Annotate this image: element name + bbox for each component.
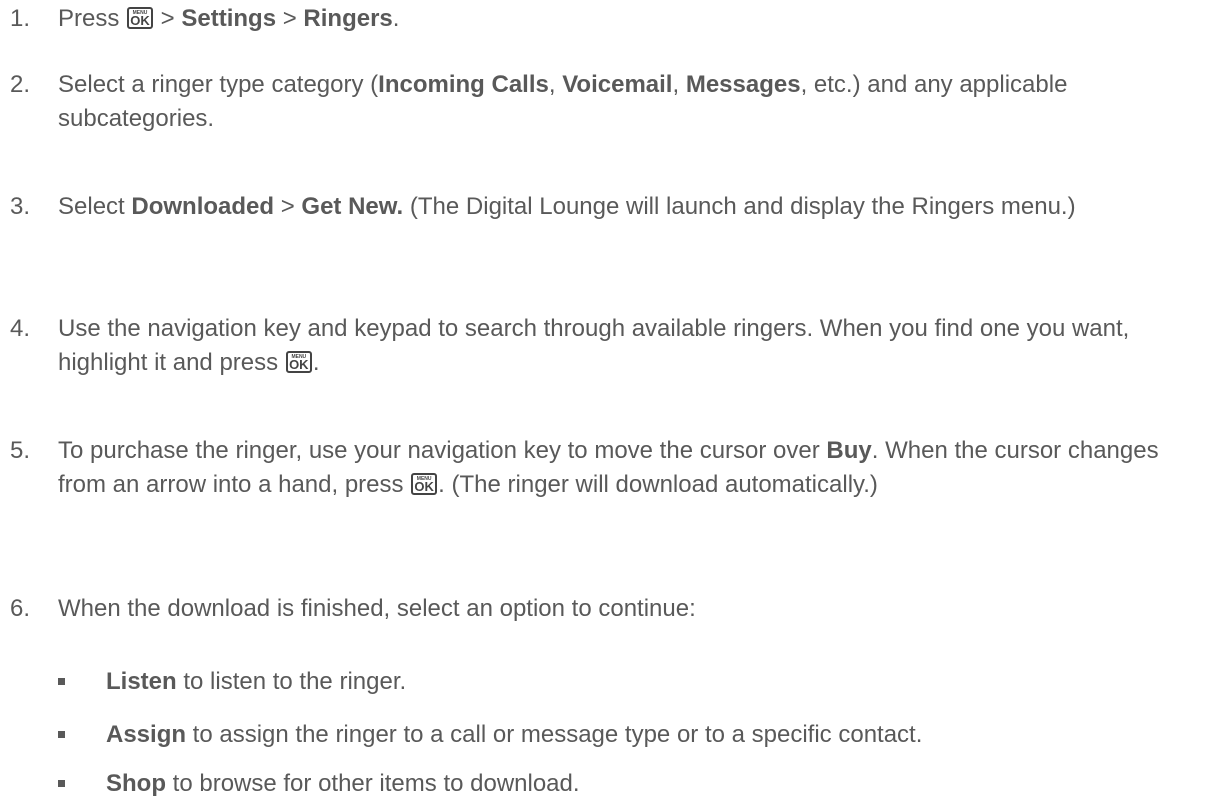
step-text: Use the navigation key and keypad to sea… — [58, 312, 1190, 380]
text-run: > — [154, 5, 182, 32]
bold-term: Voicemail — [562, 71, 673, 98]
ok-key-label: OK — [130, 13, 150, 28]
step-item: 6. When the download is finished, select … — [10, 592, 1190, 626]
step-number: 2. — [10, 71, 31, 98]
option-item: Assign to assign the ringer to a call or… — [58, 718, 1188, 752]
square-bullet-icon — [58, 731, 65, 738]
bold-term: Incoming Calls — [378, 71, 549, 98]
step-item: 5. To purchase the ringer, use your navig… — [10, 434, 1190, 502]
menu-ok-key-icon: MENU OK — [127, 7, 154, 29]
step-text: Select Downloaded > Get New. (The Digita… — [58, 190, 1190, 224]
menu-ok-key-icon: MENU OK — [411, 473, 438, 495]
step-number: 6. — [10, 595, 31, 622]
step-text: To purchase the ringer, use your navigat… — [58, 434, 1190, 502]
text-run: Press — [58, 5, 127, 32]
option-description: to listen to the ringer. — [176, 668, 407, 695]
bold-term: Ringers — [303, 5, 393, 32]
step-number: 1. — [10, 5, 31, 32]
text-run: Select a ringer type category ( — [58, 71, 379, 98]
step-number: 4. — [10, 315, 31, 342]
menu-ok-key-icon: MENU OK — [285, 351, 312, 373]
step-text: Select a ringer type category (Incoming … — [58, 68, 1190, 136]
option-label: Shop — [106, 770, 166, 797]
ok-key-label: OK — [414, 479, 434, 494]
option-text: Listen to listen to the ringer. — [106, 665, 1188, 699]
bold-term: Get New. — [301, 193, 404, 220]
text-run: Use the navigation key and keypad to sea… — [58, 315, 1130, 376]
option-description: to browse for other items to download. — [166, 770, 580, 797]
step-item: 4. Use the navigation key and keypad to s… — [10, 312, 1190, 380]
bold-term: Downloaded — [131, 193, 275, 220]
bold-term: Messages — [685, 71, 801, 98]
text-run: > — [274, 193, 302, 220]
text-run: . (The ringer will download automaticall… — [438, 471, 878, 498]
text-run: > — [276, 5, 304, 32]
ok-key-label: OK — [289, 357, 309, 372]
step-item: 3. Select Downloaded > Get New. (The Digi… — [10, 190, 1190, 224]
option-text: Assign to assign the ringer to a call or… — [106, 718, 1188, 752]
text-run: (The Digital Lounge will launch and disp… — [403, 193, 1076, 220]
option-text: Shop to browse for other items to downlo… — [106, 767, 1188, 801]
text-run: When the download is finished, select an… — [58, 595, 696, 622]
option-item: Listen to listen to the ringer. — [58, 665, 1188, 699]
step-number: 3. — [10, 193, 31, 220]
text-run: , — [548, 71, 563, 98]
option-item: Shop to browse for other items to downlo… — [58, 767, 1188, 801]
step-item: 1. Press MENU OK > Settings > Ringers. — [10, 2, 1190, 36]
bold-term: Settings — [181, 5, 277, 32]
square-bullet-icon — [58, 780, 65, 787]
option-label: Assign — [106, 721, 187, 748]
step-text: When the download is finished, select an… — [58, 592, 1190, 626]
text-run: , — [672, 71, 686, 98]
bold-term: Buy — [826, 437, 872, 464]
option-description: to assign the ringer to a call or messag… — [186, 721, 923, 748]
text-run: . — [312, 349, 320, 376]
text-run: . — [392, 5, 400, 32]
instructions-page: 1. Press MENU OK > Settings > Ringers. 2. Se… — [0, 0, 1206, 797]
square-bullet-icon — [58, 678, 65, 685]
text-run: To purchase the ringer, use your navigat… — [58, 437, 827, 464]
text-run: Select — [58, 193, 132, 220]
option-label: Listen — [106, 668, 177, 695]
step-item: 2. Select a ringer type category (Incomin… — [10, 68, 1190, 136]
step-number: 5. — [10, 437, 31, 464]
step-text: Press MENU OK > Settings > Ringers. — [58, 2, 1190, 36]
